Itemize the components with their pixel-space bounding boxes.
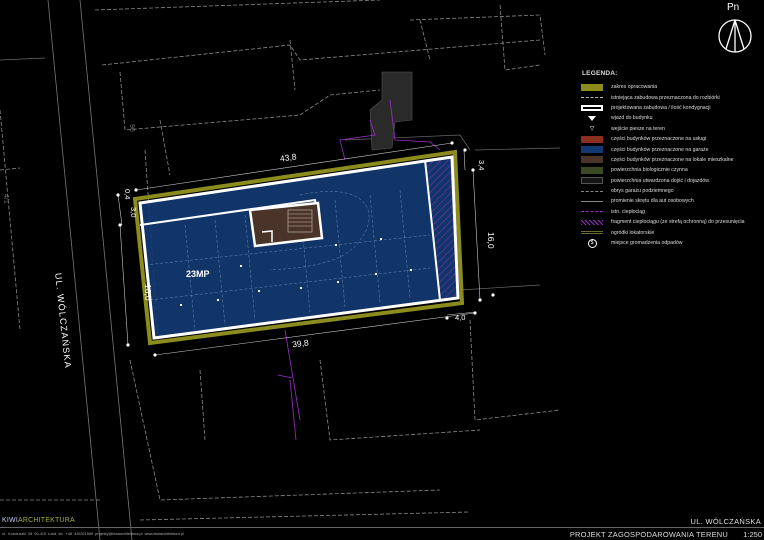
dim-top-left-a: 0,4 [123,189,132,199]
legend-label: wjazd do budynku [611,115,653,122]
legend-label: promienie skrętu dla aut osobowych [611,198,694,205]
footer-scale: 1:250 [743,530,762,539]
parking-count-label: 23MP [186,269,210,279]
dim-top: 43,8 [279,151,297,163]
legend-item: ▽ wejście piesze na teren [578,124,764,134]
neighbor-number-2: 4/1 [2,194,9,204]
legend-swatch [581,219,603,225]
dim-bottom-right: 4,0 [455,313,465,322]
legend-item: $ miejsce gromadzenia odpadów [578,238,764,248]
legend-item: projektowana zabudowa / ilość kondygnacj… [578,103,764,113]
legend-item: zakres opracowania [578,82,764,92]
legend-swatch [581,156,603,164]
legend-label: zakres opracowania [611,84,658,91]
legend-swatch [581,166,603,174]
legend-item: części budynków przeznaczone na lokale m… [578,155,764,165]
north-label: Pn [727,2,740,13]
residential-core [248,201,324,248]
dim-top-left-b: 3,0 [129,207,138,217]
legend-swatch [581,177,603,185]
footer-project-title: PROJEKT ZAGOSPODAROWANIA TERENU [569,530,728,539]
dim-top-right: 3,4 [477,160,486,170]
legend-swatch [581,135,603,143]
legend-item: istniejąca zabudowa przeznaczona do rozb… [578,92,764,102]
street-edges [47,0,133,540]
firm-contact: ul. Kościuszki 28 90-419 Łódź tel. +48 4… [2,532,184,536]
legend-item: istn. ciepłociąg [578,207,764,217]
legend-label: fragment ciepłociągu (ze strefą ochronną… [611,219,745,226]
neighbor-number: 96 [128,124,135,132]
legend-label: miejsce gromadzenia odpadów [611,240,683,247]
legend-title: LEGENDA: [582,70,618,77]
legend-items: zakres opracowania istniejąca zabudowa pr… [578,82,764,248]
legend-label: wejście piesze na teren [611,125,665,132]
entry-triangle-icon [588,115,596,121]
legend-label: powierzchnia biologicznie czynna [611,167,688,174]
legend-swatch: $ [581,238,603,248]
legend-item: powierzchnia biologicznie czynna [578,165,764,175]
legend-item: ogródki lokatorskie [578,227,764,237]
legend-swatch [581,83,603,91]
legend: LEGENDA: zakres opracowania istniejąca za… [578,70,764,248]
legend-swatch [581,211,603,213]
legend-label: ogródki lokatorskie [611,229,655,236]
legend-item: obrys garażu podziemnego [578,186,764,196]
waste-point-icon: $ [587,238,597,248]
footer-street: UL. WÓLCZAŃSKA [690,517,761,526]
legend-label: powierzchnia utwardzona dojść i dojazdów [611,177,710,184]
legend-item: promienie skrętu dla aut osobowych [578,196,764,206]
dim-right: 16,0 [486,232,496,249]
north-arrow: Pn [717,2,753,56]
legend-item: wjazd do budynku [578,113,764,123]
legend-swatch: ▽ [581,125,603,132]
legend-swatch [581,146,603,154]
legend-swatch [581,104,603,111]
firm-name: KIWIARCHITEKTURA [2,517,75,524]
firm-name-kiwi: KIWI [2,517,18,524]
legend-item: powierzchnia utwardzona dojść i dojazdów [578,176,764,186]
legend-swatch [581,190,603,192]
legend-label: istniejąca zabudowa przeznaczona do rozb… [611,94,720,101]
firm-name-architektura: ARCHITEKTURA [17,517,75,524]
dim-bottom: 39,8 [292,337,310,349]
legend-label: części budynków przeznaczone na usługi [611,136,707,143]
legend-item: części budynków przeznaczone na usługi [578,134,764,144]
legend-item: fragment ciepłociągu (ze strefą ochronną… [578,217,764,227]
pedestrian-entry-icon: ▽ [589,125,595,132]
legend-swatch [581,231,603,235]
legend-label: części budynków przeznaczone na lokale m… [611,156,734,163]
street-label: UL. WÓLCZAŃSKA [53,272,73,369]
legend-item: części budynków przeznaczone na garaże [578,144,764,154]
legend-swatch [581,200,603,202]
legend-swatch [581,97,603,99]
legend-label: obrys garażu podziemnego [611,188,674,195]
legend-label: części budynków przeznaczone na garaże [611,146,709,153]
legend-label: projektowana zabudowa / ilość kondygnacj… [611,104,711,111]
legend-swatch [581,115,603,122]
footer-divider [0,527,764,528]
dim-left: 16,0 [143,284,153,301]
legend-label: istn. ciepłociąg [611,208,646,215]
